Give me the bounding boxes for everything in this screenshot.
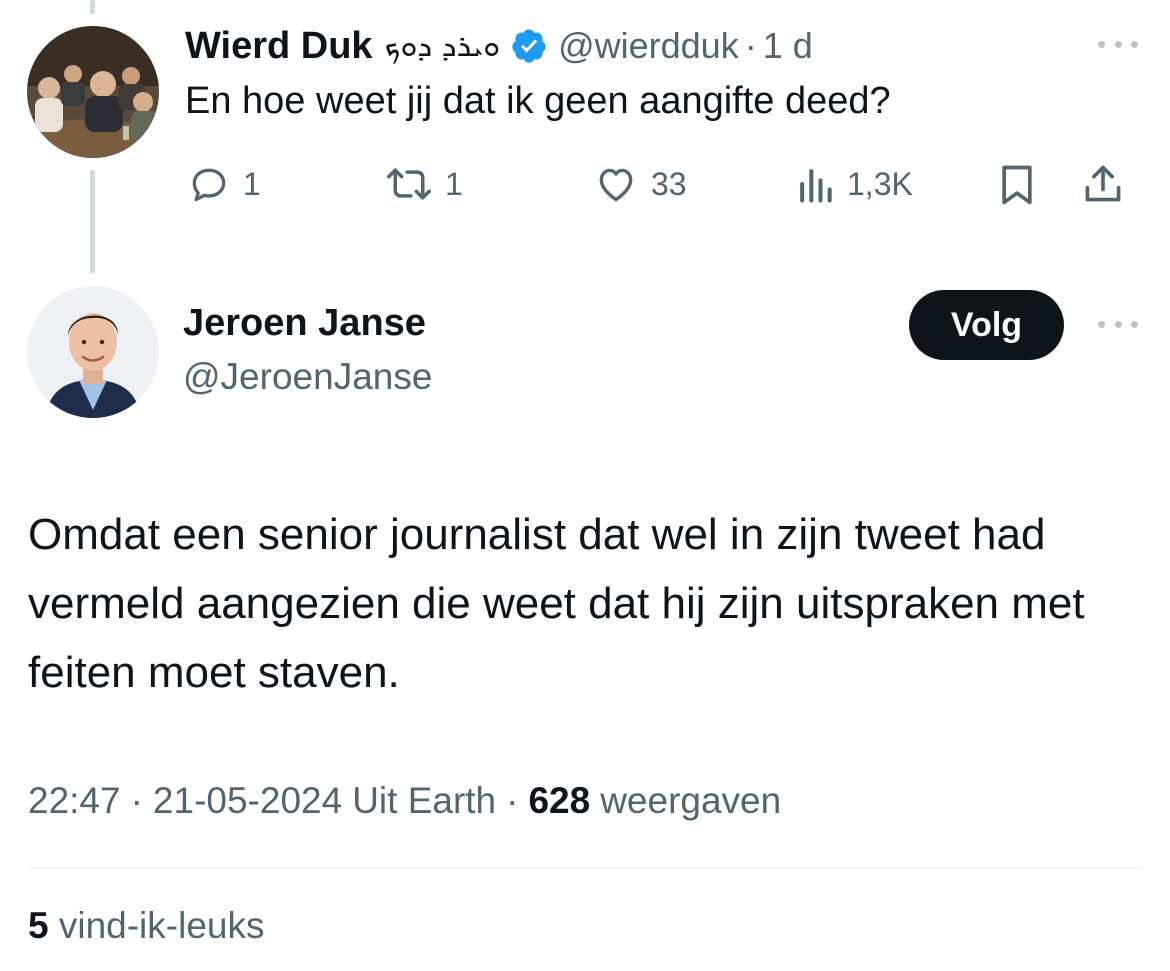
parent-tweet-header: Wierd Duk ܘܝܪܕ ܕܘܟ @wierdduk · 1 d <box>185 22 813 70</box>
likes-count: 5 <box>28 905 49 946</box>
like-button[interactable]: 33 <box>593 158 687 210</box>
avatar-wierd-duk[interactable] <box>27 26 159 158</box>
views-count: 1,3K <box>847 165 913 202</box>
separator-dot: · <box>506 780 519 821</box>
views-button[interactable]: 1,3K <box>795 158 913 210</box>
views-icon <box>800 169 832 203</box>
reply-count: 1 <box>243 165 261 202</box>
parent-tweet-time[interactable]: 1 d <box>763 25 813 67</box>
main-author-name[interactable]: Jeroen Janse <box>183 302 426 345</box>
separator-dot: · <box>130 780 143 821</box>
bookmark-icon <box>1002 165 1032 205</box>
tweet-date[interactable]: 21-05-2024 <box>153 780 342 822</box>
tweet-source: Uit Earth <box>352 780 497 821</box>
bookmark-button[interactable] <box>997 158 1037 210</box>
likes-label: vind-ik-leuks <box>58 905 265 946</box>
retweet-count: 1 <box>445 165 463 202</box>
parent-author-name[interactable]: Wierd Duk <box>185 25 373 68</box>
retweet-button[interactable]: 1 <box>385 158 463 210</box>
separator-dot: · <box>744 25 757 66</box>
like-icon <box>599 168 633 202</box>
parent-tweet-actions: 1 1 33 1,3K <box>185 158 1145 210</box>
reply-button[interactable]: 1 <box>187 158 261 210</box>
verified-badge-icon <box>510 27 548 65</box>
tweet-time[interactable]: 22:47 <box>28 780 121 822</box>
parent-author-handle[interactable]: @wierdduk <box>558 25 739 67</box>
divider <box>28 867 1143 869</box>
views-label: weergaven <box>600 780 782 821</box>
likes-summary[interactable]: 5 vind-ik-leuks <box>28 905 264 947</box>
thread-line-top <box>90 0 95 14</box>
like-count: 33 <box>651 165 687 202</box>
retweet-icon <box>387 168 431 200</box>
follow-button[interactable]: Volg <box>909 290 1064 360</box>
share-icon <box>1085 165 1121 202</box>
thread-connector-line <box>90 170 95 273</box>
tweet-meta: 22:47 · 21-05-2024 Uit Earth · 628 weerg… <box>28 780 781 822</box>
share-button[interactable] <box>1081 158 1125 210</box>
main-tweet-text: Omdat een senior journalist dat wel in z… <box>28 510 1085 697</box>
main-author-handle[interactable]: @JeroenJanse <box>183 356 432 398</box>
avatar-jeroen-janse[interactable] <box>27 286 159 418</box>
more-icon[interactable] <box>1098 38 1138 50</box>
parent-author-script-name: ܘܝܪܕ ܕܘܟ <box>384 28 501 64</box>
views-count: 628 <box>528 780 591 821</box>
more-icon[interactable] <box>1098 318 1138 330</box>
reply-icon <box>192 168 226 202</box>
parent-tweet-text: En hoe weet jij dat ik geen aangifte dee… <box>185 80 891 122</box>
